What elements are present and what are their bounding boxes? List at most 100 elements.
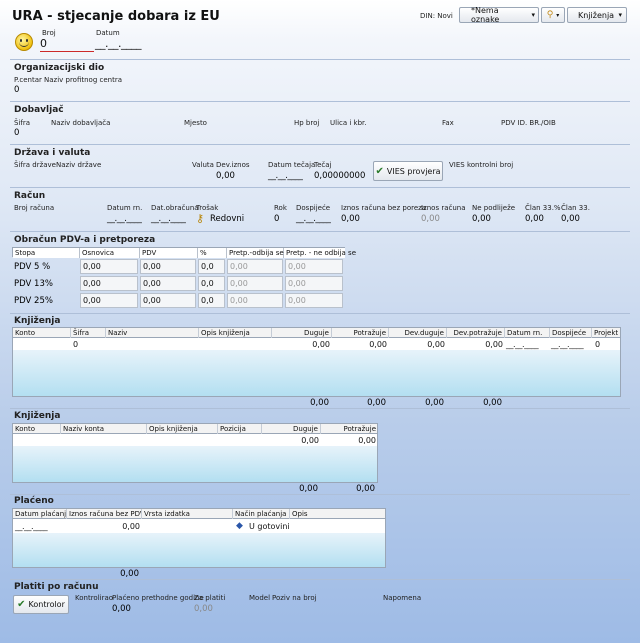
dev-iznos-input[interactable]: 0,00 <box>216 171 235 181</box>
obracun-header-osnovica: Osnovica <box>80 248 140 258</box>
page-title: URA - stjecanje dobara iz EU <box>12 9 220 24</box>
col-dospijece[interactable]: Dospijeće <box>550 328 592 338</box>
table-row[interactable]: __.__.____ 0,00 ◆ U gotovini <box>13 520 385 533</box>
datum-input[interactable]: __.__.____ <box>95 37 157 52</box>
pcentar-input[interactable]: 0 <box>14 85 19 95</box>
check-icon: ✔ <box>17 599 26 610</box>
col-vrsta-izdatka[interactable]: Vrsta izdatka <box>142 509 233 519</box>
obracun-section-title: Obračun PDV-a i pretporeza <box>14 235 156 245</box>
ne-podlijeze-input[interactable]: 0,00 <box>472 214 491 224</box>
placeno-prethodne-input[interactable]: 0,00 <box>112 604 131 614</box>
rok-input[interactable]: 0 <box>274 214 279 224</box>
status-select[interactable]: *Nema oznake ▾ <box>459 6 539 24</box>
obracun-pdv-input[interactable]: 0,00 <box>140 259 196 274</box>
col-konto[interactable]: Konto <box>13 424 61 434</box>
broj-racuna-label: Broj računa <box>14 204 55 212</box>
col-dev-duguje[interactable]: Dev.duguje <box>389 328 447 338</box>
obracun-header-pct: % <box>198 248 227 258</box>
total-duguje: 0,00 <box>310 398 329 408</box>
din-label: DIN: Novi <box>420 12 453 20</box>
sifra-dobavljaca-input[interactable]: 0 <box>14 128 19 138</box>
grid-empty-area <box>13 350 620 396</box>
separator <box>10 144 630 145</box>
separator <box>10 494 630 495</box>
valuta-label: Valuta <box>192 161 214 169</box>
iznos-bez-poreza-input[interactable]: 0,00 <box>341 214 360 224</box>
dospijece-input[interactable]: __.__.____ <box>296 214 331 224</box>
obracun-pct-input[interactable]: 0,0 <box>198 276 225 291</box>
col-datum-rn[interactable]: Datum rn. <box>505 328 550 338</box>
col-duguje[interactable]: Duguje <box>272 328 332 338</box>
knjizenja-grid[interactable]: Konto Šifra Naziv Opis knjiženja Duguje … <box>12 327 621 397</box>
chevron-down-icon: ▾ <box>531 11 535 19</box>
kontrolirao-label: Kontrolirao <box>75 594 114 602</box>
smiley-icon <box>15 33 33 51</box>
datum-input-value: __.__.____ <box>95 37 142 50</box>
obracun-header-stopa: Stopa <box>13 248 80 258</box>
trosak-select[interactable]: Redovni <box>210 214 244 224</box>
pdv-id-label: PDV ID. BR./OIB <box>501 119 556 127</box>
placeno-total: 0,00 <box>120 569 139 579</box>
col-opis[interactable]: Opis knjiženja <box>147 424 218 434</box>
cell-dospijece: __.__.____ <box>551 340 584 349</box>
kontrolor-button[interactable]: ✔ Kontrolor <box>13 595 69 614</box>
broj-input[interactable]: 0 <box>40 37 94 52</box>
racun-section-title: Račun <box>14 191 46 201</box>
obracun-header-odbija: Pretp.-odbija se <box>227 248 284 258</box>
obracun-osnovica-input[interactable]: 0,00 <box>80 259 138 274</box>
col-potrazuje[interactable]: Potražuje <box>321 424 378 434</box>
cell-iznos: 0,00 <box>122 522 140 531</box>
col-opis[interactable]: Opis knjiženja <box>199 328 272 338</box>
col-nacin-placanja[interactable]: Način plaćanja <box>233 509 290 519</box>
knjizenja-button[interactable]: Knjiženja ▾ <box>567 7 627 23</box>
hp-broj-label: Hp broj <box>294 119 320 127</box>
datum-tecaja-input[interactable]: __.__.____ <box>268 171 303 181</box>
col-opis[interactable]: Opis <box>290 509 386 519</box>
col-iznos-bez-pdv[interactable]: Iznos računa bez PDV-a <box>67 509 142 519</box>
placeno-section-title: Plaćeno <box>14 496 54 506</box>
obracun-osnovica-input[interactable]: 0,00 <box>80 293 138 308</box>
knjizenja2-grid[interactable]: Konto Naziv konta Opis knjiženja Pozicij… <box>12 423 378 483</box>
col-duguje[interactable]: Duguje <box>262 424 321 434</box>
clan33-input[interactable]: 0,00 <box>561 214 580 224</box>
total-duguje: 0,00 <box>299 484 318 494</box>
col-potrazuje[interactable]: Potražuje <box>332 328 389 338</box>
total-dev-duguje: 0,00 <box>425 398 444 408</box>
col-sifra[interactable]: Šifra <box>71 328 106 338</box>
col-dev-potrazuje[interactable]: Dev.potražuje <box>447 328 505 338</box>
placeno-grid[interactable]: Datum plaćanja Iznos računa bez PDV-a Vr… <box>12 508 386 568</box>
knjizenja-section-title: Knjiženja <box>14 316 61 326</box>
dat-obracuna-input[interactable]: __.__.____ <box>151 214 186 224</box>
datum-rn-input[interactable]: __.__.____ <box>107 214 142 224</box>
cell-duguje: 0,00 <box>312 340 330 349</box>
obracun-pdv-input[interactable]: 0,00 <box>140 276 196 291</box>
obracun-neodbija-input: 0,00 <box>285 293 343 308</box>
col-naziv[interactable]: Naziv <box>106 328 199 338</box>
search-icon: ⚲ <box>546 10 554 20</box>
obracun-osnovica-input[interactable]: 0,00 <box>80 276 138 291</box>
col-konto[interactable]: Konto <box>13 328 71 338</box>
broj-input-value: 0 <box>40 37 47 50</box>
obracun-pct-input[interactable]: 0,0 <box>198 259 225 274</box>
search-dropdown-button[interactable]: ⚲ ▾ <box>541 7 565 23</box>
obracun-pct-input[interactable]: 0,0 <box>198 293 225 308</box>
vies-provjera-button[interactable]: ✔ VIES provjera <box>373 161 443 181</box>
cell-dev-duguje: 0,00 <box>427 340 445 349</box>
obracun-neodbija-input: 0,00 <box>285 259 343 274</box>
grid-empty-area <box>13 533 385 567</box>
clan33-pct-input[interactable]: 0,00 <box>525 214 544 224</box>
col-datum-placanja[interactable]: Datum plaćanja <box>13 509 67 519</box>
cell-projekt: 0 <box>595 340 601 349</box>
total-dev-potrazuje: 0,00 <box>483 398 502 408</box>
grid-empty-area <box>13 446 377 482</box>
payment-icon: ◆ <box>236 521 243 531</box>
obracun-pdv-input[interactable]: 0,00 <box>140 293 196 308</box>
table-row[interactable]: 0 0,00 0,00 0,00 0,00 __.__.____ __.__._… <box>13 339 620 350</box>
table-row[interactable]: 0,00 0,00 <box>13 435 377 446</box>
obracun-header-row: Stopa Osnovica PDV % Pretp.-odbija se Pr… <box>12 247 356 258</box>
col-naziv-konta[interactable]: Naziv konta <box>61 424 147 434</box>
col-pozicija[interactable]: Pozicija <box>218 424 262 434</box>
col-projekt[interactable]: Projekt <box>592 328 621 338</box>
knjizenja-grid-header: Konto Šifra Naziv Opis knjiženja Duguje … <box>13 328 620 338</box>
tecaj-input[interactable]: 0,00000000 <box>314 171 365 181</box>
